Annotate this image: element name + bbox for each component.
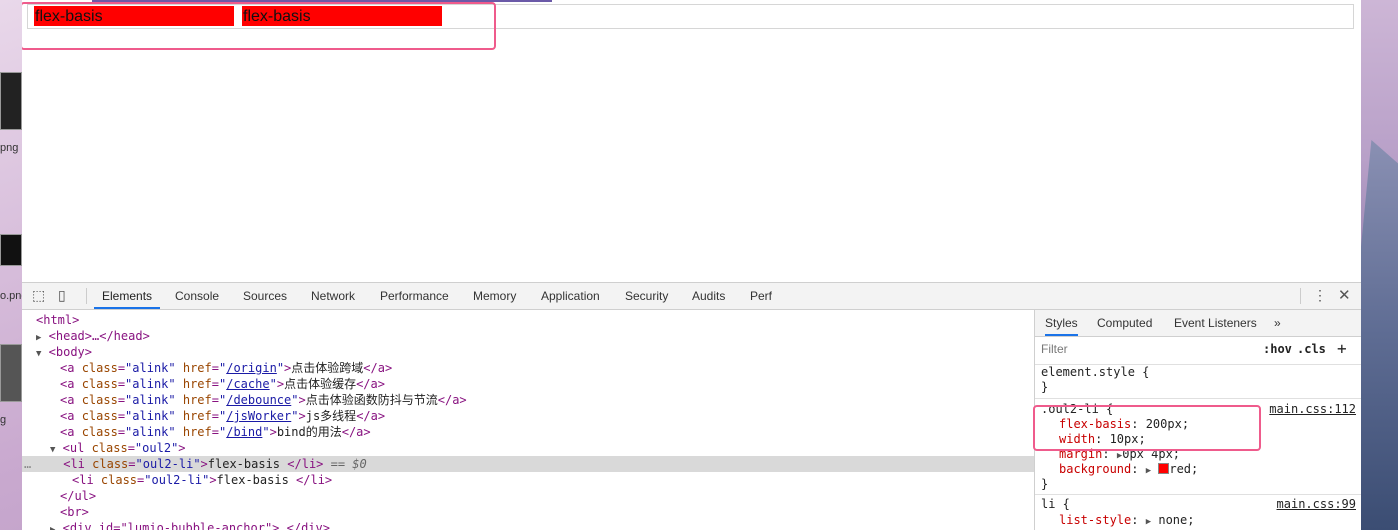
inspect-element-icon[interactable]: ⬚ — [32, 287, 45, 304]
dom-node-html[interactable]: <html> — [22, 312, 1048, 328]
highlight-annotation — [1033, 405, 1261, 451]
rule-selector[interactable]: li { — [1041, 497, 1070, 512]
color-swatch[interactable] — [1158, 463, 1170, 474]
tab-application[interactable]: Application — [541, 283, 600, 309]
dom-node-a[interactable]: <a class="alink" href="/debounce">点击体验函数… — [22, 392, 1072, 408]
dom-node-a[interactable]: <a class="alink" href="/cache">点击体验缓存</a… — [22, 376, 1072, 392]
cls-toggle[interactable]: .cls — [1297, 342, 1326, 356]
tab-sources[interactable]: Sources — [243, 283, 287, 309]
dom-node-ul-close[interactable]: </ul> — [22, 488, 1072, 504]
tab-computed[interactable]: Computed — [1097, 310, 1152, 336]
devtools-tab-bar: ⬚ ▯ Elements Console Sources Network Per… — [22, 283, 1361, 310]
href-link[interactable]: /bind — [226, 425, 262, 439]
dom-node-div[interactable]: ▶ <div id="lumio-bubble-anchor">…</div> — [22, 520, 1062, 530]
more-tabs-icon[interactable]: » — [1274, 310, 1281, 336]
highlight-annotation — [22, 2, 496, 50]
tab-security[interactable]: Security — [625, 283, 668, 309]
hov-toggle[interactable]: :hov — [1263, 342, 1292, 356]
desktop-file-label: png — [0, 142, 19, 154]
tab-styles[interactable]: Styles — [1045, 310, 1078, 336]
new-rule-icon[interactable]: + — [1337, 339, 1347, 358]
href-link[interactable]: /jsWorker — [226, 409, 291, 423]
device-toolbar-icon[interactable]: ▯ — [58, 287, 66, 304]
tab-elements[interactable]: Elements — [94, 283, 161, 309]
rule-close-brace: } — [1041, 477, 1049, 491]
elements-tree: <html> ▶ <head>…</head> ▼ <body> <a clas… — [22, 310, 1034, 530]
dom-node-ul[interactable]: ▼ <ul class="oul2"> — [22, 440, 1062, 456]
styles-tab-bar: Styles Computed Event Listeners » — [1035, 310, 1361, 337]
rule-separator — [1035, 494, 1361, 495]
dom-node-head[interactable]: ▶ <head>…</head> — [22, 328, 1048, 344]
element-style-rule[interactable]: element.style { — [1041, 365, 1149, 380]
desktop-file-thumbnail[interactable] — [0, 72, 22, 130]
tab-perf[interactable]: Perf — [750, 283, 772, 309]
devtools-panel: ⬚ ▯ Elements Console Sources Network Per… — [22, 282, 1361, 530]
dom-node-br[interactable]: <br> — [22, 504, 1072, 520]
more-options-icon[interactable]: ⋮ — [1313, 287, 1327, 304]
tab-console[interactable]: Console — [175, 283, 219, 309]
desktop-file-thumbnail[interactable] — [0, 234, 22, 266]
tab-event-listeners[interactable]: Event Listeners — [1174, 310, 1257, 336]
more-dots-icon[interactable]: … — [22, 457, 31, 471]
rule-source-link[interactable]: main.css:112 — [1269, 402, 1356, 416]
styles-filter-input[interactable]: Filter — [1041, 342, 1246, 358]
expand-triangle-icon[interactable]: ▶ — [50, 525, 55, 530]
href-link[interactable]: /origin — [226, 361, 277, 375]
collapse-triangle-icon[interactable]: ▼ — [50, 445, 55, 455]
browser-window: flex-basis flex-basis ⬚ ▯ Elements Conso… — [22, 0, 1361, 530]
rule-source-link[interactable]: main.css:99 — [1277, 497, 1356, 511]
dom-node-li-selected[interactable]: … <li class="oul2-li">flex-basis </li> ==… — [22, 456, 1034, 472]
tab-memory[interactable]: Memory — [473, 283, 516, 309]
dom-node-a[interactable]: <a class="alink" href="/bind">bind的用法</a… — [22, 424, 1072, 440]
desktop-wallpaper-right — [1360, 0, 1398, 530]
toolbar-divider — [1300, 288, 1301, 304]
toolbar-divider — [86, 288, 87, 304]
dom-node-a[interactable]: <a class="alink" href="/jsWorker">js多线程<… — [22, 408, 1072, 424]
collapse-triangle-icon[interactable]: ▼ — [36, 349, 41, 359]
tab-network[interactable]: Network — [311, 283, 355, 309]
tab-performance[interactable]: Performance — [380, 283, 449, 309]
styles-pane: Styles Computed Event Listeners » Filter… — [1033, 310, 1361, 530]
href-link[interactable]: /debounce — [226, 393, 291, 407]
css-declaration[interactable]: background: ▶ red; — [1059, 462, 1198, 477]
expand-triangle-icon[interactable]: ▶ — [1146, 466, 1151, 476]
tab-audits[interactable]: Audits — [692, 283, 725, 309]
expand-triangle-icon[interactable]: ▶ — [1146, 517, 1151, 527]
dom-node-li[interactable]: <li class="oul2-li">flex-basis </li> — [22, 472, 1084, 488]
dom-node-body[interactable]: ▼ <body> — [22, 344, 1048, 360]
dom-node-a[interactable]: <a class="alink" href="/origin">点击体验跨域</… — [22, 360, 1072, 376]
css-declaration[interactable]: list-style: ▶ none; — [1059, 513, 1194, 528]
href-link[interactable]: /cache — [226, 377, 269, 391]
desktop-file-thumbnail[interactable] — [0, 344, 22, 402]
rule-separator — [1035, 398, 1361, 399]
expand-triangle-icon[interactable]: ▶ — [36, 333, 41, 343]
close-icon[interactable]: ✕ — [1338, 286, 1351, 304]
desktop-file-label: g — [0, 414, 7, 426]
wallpaper-mountain — [1360, 140, 1398, 530]
rule-close-brace: } — [1041, 380, 1049, 394]
